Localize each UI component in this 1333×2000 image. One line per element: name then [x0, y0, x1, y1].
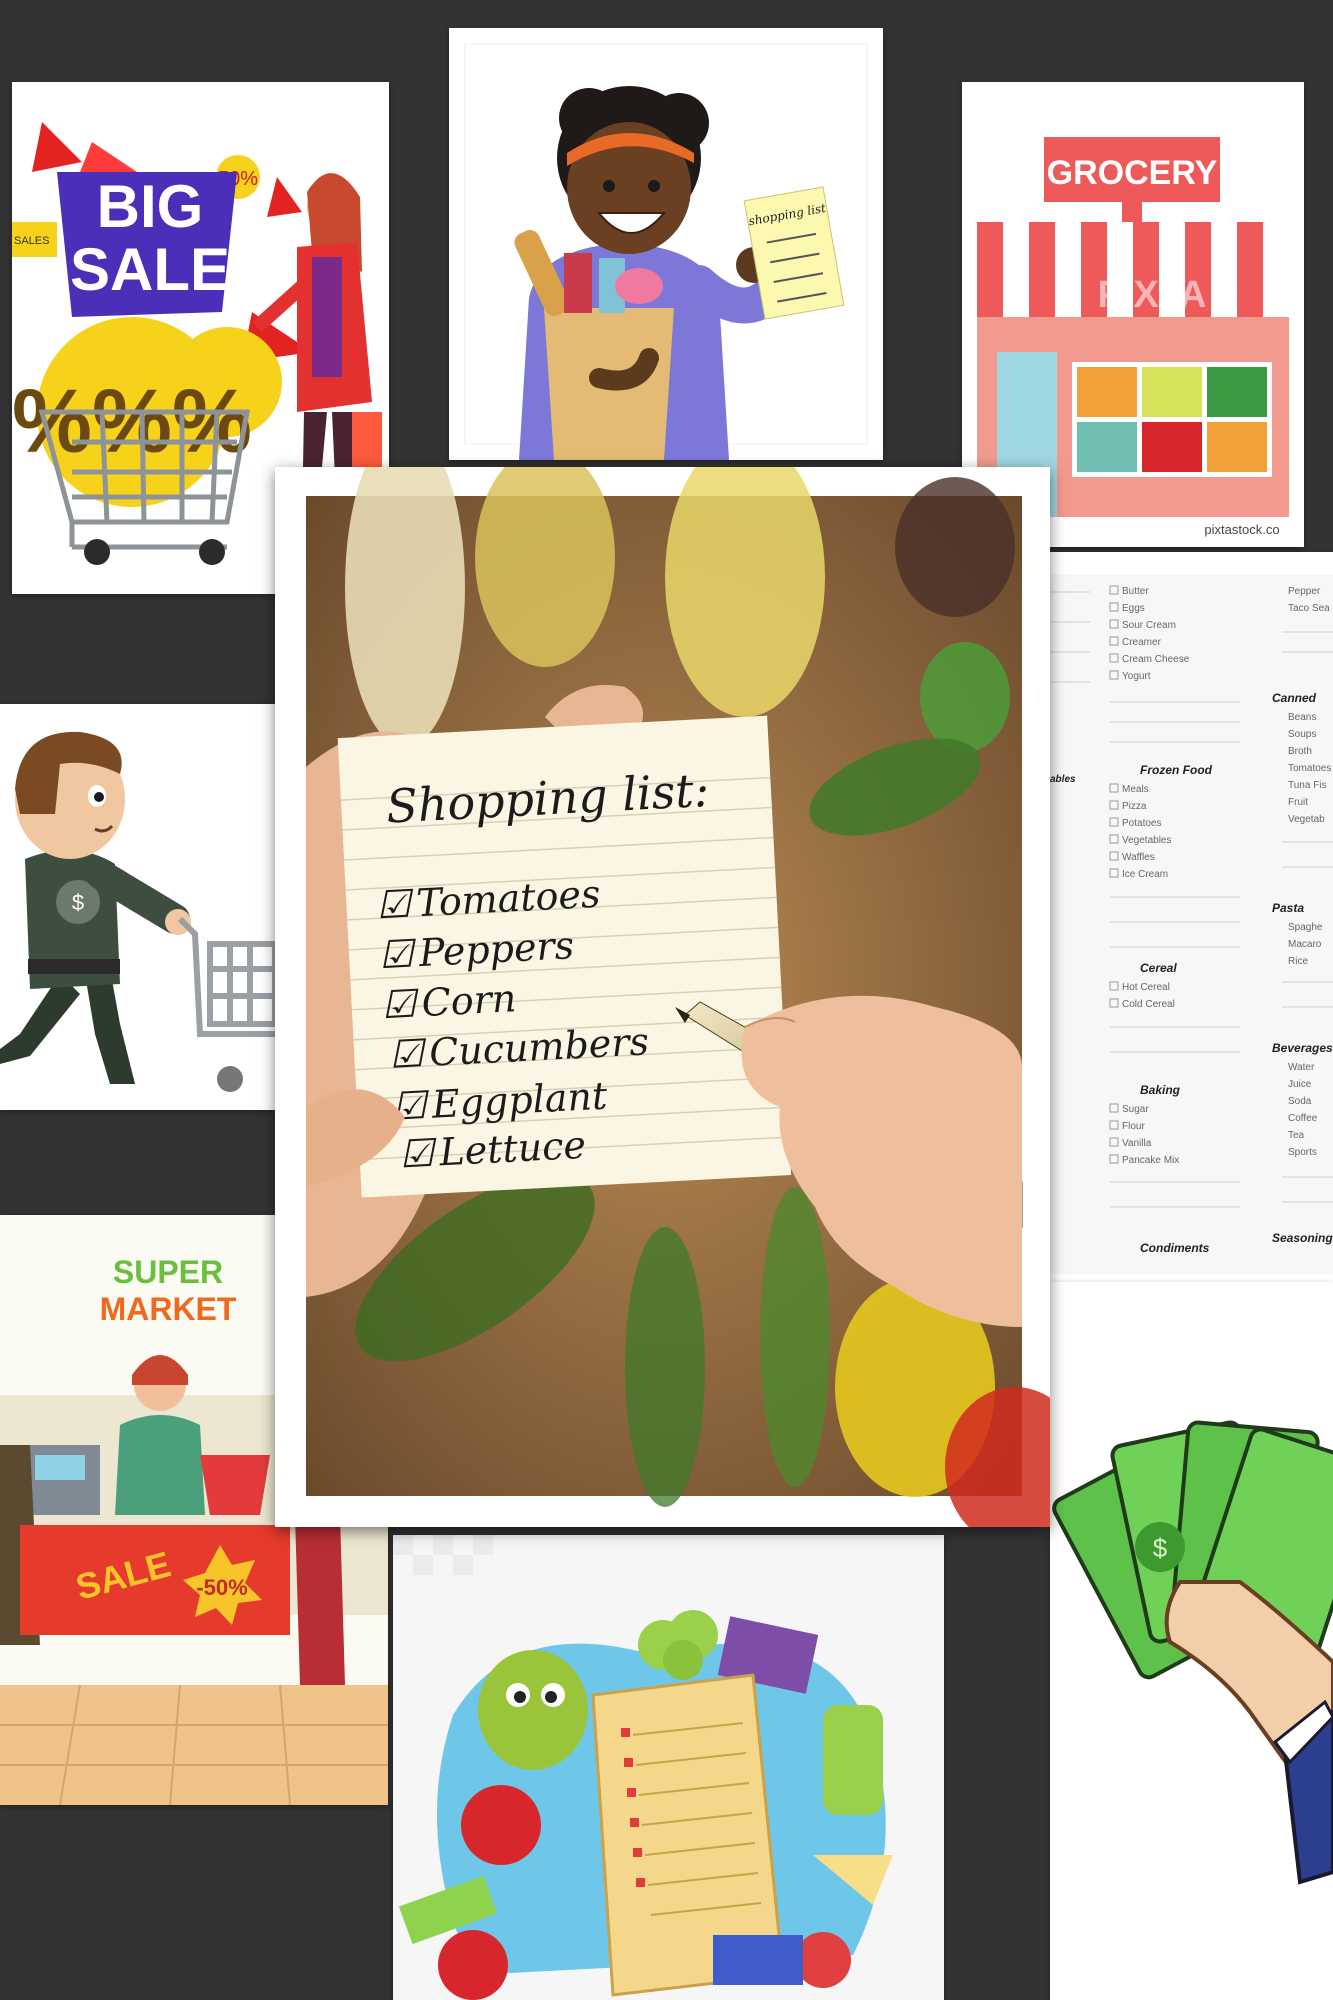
- svg-text:$: $: [72, 890, 84, 915]
- list-header: Beverages: [1272, 1041, 1333, 1055]
- list-item: Pepper: [1288, 586, 1321, 597]
- sales-side-text: SALES: [14, 235, 49, 247]
- list-item: Sugar: [1122, 1104, 1149, 1115]
- list-header: Baking: [1140, 1083, 1181, 1097]
- sale-text: SALE: [70, 236, 230, 303]
- list-item: Yogurt: [1122, 671, 1151, 682]
- shopping-cart-man-image[interactable]: $: [0, 704, 275, 1110]
- checkmark-icon: ☑: [381, 981, 421, 1027]
- list-item: Tea: [1288, 1130, 1305, 1141]
- list-item-label: Lettuce: [437, 1123, 587, 1175]
- list-item: Flour: [1122, 1121, 1145, 1132]
- pixta-watermark: PIXTA: [1097, 274, 1206, 316]
- list-item: Soups: [1288, 729, 1316, 740]
- list-item: Vegetab: [1288, 814, 1325, 825]
- list-item: Tuna Fis: [1288, 780, 1327, 791]
- list-item: Cold Cereal: [1122, 999, 1175, 1010]
- list-header: Condiments: [1140, 1241, 1210, 1255]
- list-item: Sports: [1288, 1147, 1317, 1158]
- list-item: Meals: [1122, 784, 1149, 795]
- list-item: Macaro: [1288, 939, 1322, 950]
- list-item: Soda: [1288, 1096, 1312, 1107]
- list-item: Waffles: [1122, 852, 1155, 863]
- checkmark-icon: ☑: [375, 881, 415, 927]
- list-item: Potatoes: [1122, 818, 1161, 829]
- list-item: Coffee: [1288, 1113, 1318, 1124]
- list-item: Taco Sea: [1288, 603, 1330, 614]
- big-text: BIG: [97, 173, 204, 240]
- pixta-credit: pixtastock.co: [1204, 522, 1279, 537]
- svg-text:$: $: [1153, 1533, 1168, 1563]
- checkmark-icon: ☑: [398, 1131, 438, 1177]
- shopping-woman-image[interactable]: shopping list: [449, 28, 883, 460]
- list-item: Pancake Mix: [1122, 1155, 1179, 1166]
- list-item: Fruit: [1288, 797, 1308, 808]
- checkmark-icon: ☑: [378, 931, 418, 977]
- list-item: Vanilla: [1122, 1138, 1152, 1149]
- money-hand-image[interactable]: $: [1050, 1282, 1333, 2000]
- list-header: ables: [1050, 774, 1076, 785]
- list-item: Butter: [1122, 586, 1149, 597]
- list-header: Cereal: [1140, 961, 1177, 975]
- list-item: ☑ Corn: [381, 976, 518, 1027]
- shopping-list-photo[interactable]: Shopping list: ☑ Tomatoes ☑ Peppers ☑ Co…: [275, 467, 1050, 1527]
- list-item: Sour Cream: [1122, 620, 1176, 631]
- list-item: Vegetables: [1122, 835, 1172, 846]
- list-item: Beans: [1288, 712, 1316, 723]
- list-item-label: Eggplant: [430, 1074, 609, 1127]
- list-item: Ice Cream: [1122, 869, 1168, 880]
- list-item: Hot Cereal: [1122, 982, 1170, 993]
- list-item: Juice: [1288, 1079, 1312, 1090]
- list-header: Canned: [1272, 691, 1317, 705]
- list-item-label: Corn: [421, 976, 518, 1025]
- list-header: Frozen Food: [1140, 763, 1213, 777]
- list-item: Eggs: [1122, 603, 1145, 614]
- list-item: Water: [1288, 1062, 1315, 1073]
- list-item: Tomatoes: [1288, 763, 1331, 774]
- list-item-label: Peppers: [417, 923, 575, 975]
- list-item: Cream Cheese: [1122, 654, 1190, 665]
- printable-checklist-image[interactable]: ables Butter Eggs Sour Cream Creamer Cre…: [1050, 552, 1333, 1282]
- list-header: Seasonings: [1272, 1231, 1333, 1245]
- list-item: Spaghe: [1288, 922, 1323, 933]
- list-item: Rice: [1288, 956, 1308, 967]
- list-item: Broth: [1288, 746, 1312, 757]
- checkmark-icon: ☑: [388, 1031, 428, 1077]
- grocery-sign: GROCERY: [1047, 154, 1218, 192]
- list-item: Pizza: [1122, 801, 1147, 812]
- cartoon-grocery-list-image[interactable]: [393, 1535, 944, 2000]
- list-item: Creamer: [1122, 637, 1162, 648]
- discount-text: -50%: [196, 1575, 247, 1600]
- market-text: MARKET: [100, 1291, 237, 1327]
- super-text: SUPER: [113, 1254, 223, 1290]
- list-header: Pasta: [1272, 901, 1304, 915]
